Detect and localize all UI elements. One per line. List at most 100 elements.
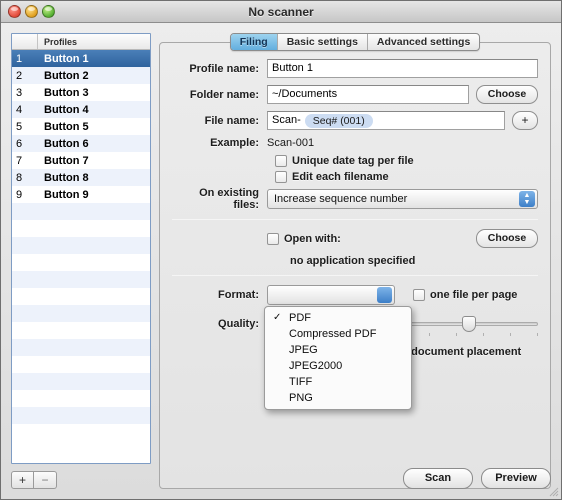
tick [510, 333, 511, 336]
unique-date-tag-row[interactable]: Unique date tag per file [172, 155, 538, 167]
preview-button[interactable]: Preview [481, 468, 551, 489]
profile-name-label: Profile name: [172, 63, 267, 75]
profile-row-label: Button 9 [38, 189, 89, 201]
profile-row-label: Button 2 [38, 70, 89, 82]
one-file-per-page-row[interactable]: one file per page [413, 289, 517, 301]
profile-row-empty [12, 254, 150, 271]
profile-row-empty [12, 322, 150, 339]
on-existing-files-popup[interactable]: Increase sequence number ▲▼ [267, 189, 538, 209]
on-existing-files-row: On existing files: Increase sequence num… [172, 187, 538, 211]
title-bar: No scanner [1, 1, 561, 23]
profile-row-label: Button 1 [38, 53, 89, 65]
profile-row[interactable]: 5Button 5 [12, 118, 150, 135]
file-name-add-token-button[interactable]: + [512, 111, 538, 130]
format-popup-button[interactable] [267, 285, 395, 305]
profile-row-label: Button 5 [38, 121, 89, 133]
menu-item-jpeg2000[interactable]: JPEG2000 [265, 358, 411, 374]
scanner-window: No scanner Profiles 1Button 12Button 23B… [0, 0, 562, 500]
profile-row[interactable]: 7Button 7 [12, 152, 150, 169]
close-button[interactable] [8, 5, 21, 18]
edit-each-filename-label: Edit each filename [292, 171, 389, 183]
column-header-profiles: Profiles [38, 37, 77, 47]
menu-item-label: Compressed PDF [289, 328, 376, 340]
example-label: Example: [172, 137, 267, 149]
profiles-table[interactable]: Profiles 1Button 12Button 23Button 34But… [11, 33, 151, 464]
add-profile-button[interactable]: + [11, 471, 34, 489]
profile-row-empty [12, 407, 150, 424]
profile-row-number: 5 [12, 121, 38, 133]
profile-row-number: 1 [12, 53, 38, 65]
zoom-button[interactable] [42, 5, 55, 18]
window-title: No scanner [1, 5, 561, 19]
one-file-per-page-checkbox[interactable] [413, 289, 425, 301]
profile-row-empty [12, 237, 150, 254]
menu-item-label: TIFF [289, 376, 312, 388]
profiles-toolbar: + − [11, 471, 151, 489]
menu-item-tiff[interactable]: TIFF [265, 374, 411, 390]
profile-row[interactable]: 6Button 6 [12, 135, 150, 152]
menu-item-label: JPEG2000 [289, 360, 342, 372]
one-file-per-page-label: one file per page [430, 289, 517, 301]
filing-panel: Profile name: Button 1 Folder name: ~/Do… [159, 42, 551, 489]
menu-item-jpeg[interactable]: JPEG [265, 342, 411, 358]
tab-filing[interactable]: Filing [231, 34, 278, 50]
menu-item-pdf[interactable]: ✓PDF [265, 310, 411, 326]
tab-basic-settings[interactable]: Basic settings [278, 34, 368, 50]
menu-item-label: JPEG [289, 344, 318, 356]
file-name-input[interactable]: Scan- Seq# (001) [267, 111, 505, 130]
open-with-choose-button[interactable]: Choose [476, 229, 538, 248]
profile-row[interactable]: 2Button 2 [12, 67, 150, 84]
profiles-table-header: Profiles [12, 34, 150, 50]
file-name-label: File name: [172, 115, 267, 127]
open-with-label: Open with: [284, 233, 341, 245]
open-with-checkbox[interactable] [267, 233, 279, 245]
profile-row[interactable]: 1Button 1 [12, 50, 150, 67]
open-with-row: Open with: Choose [172, 229, 538, 248]
menu-item-compressed-pdf[interactable]: Compressed PDF [265, 326, 411, 342]
minimize-button[interactable] [25, 5, 38, 18]
check-icon: ✓ [273, 310, 281, 326]
open-with-check[interactable]: Open with: [267, 233, 469, 245]
tab-list: FilingBasic settingsAdvanced settings [230, 33, 481, 51]
profile-row-empty [12, 203, 150, 220]
profile-row[interactable]: 9Button 9 [12, 186, 150, 203]
profile-name-input[interactable]: Button 1 [267, 59, 538, 78]
profiles-sidebar: Profiles 1Button 12Button 23Button 34But… [11, 33, 151, 489]
menu-item-png[interactable]: PNG [265, 390, 411, 406]
column-header-number [12, 34, 38, 49]
profile-row-empty [12, 339, 150, 356]
quality-slider-knob[interactable] [462, 316, 476, 332]
profile-row-empty [12, 373, 150, 390]
footer-buttons: Scan Preview [403, 468, 551, 489]
profile-row[interactable]: 3Button 3 [12, 84, 150, 101]
format-dropdown-menu[interactable]: ✓PDF Compressed PDF JPEG JPEG2000 TIFF PNG [264, 306, 412, 410]
tab-advanced-settings[interactable]: Advanced settings [368, 34, 479, 50]
folder-choose-button[interactable]: Choose [476, 85, 538, 104]
profile-row[interactable]: 4Button 4 [12, 101, 150, 118]
profile-row-label: Button 7 [38, 155, 89, 167]
profile-row-empty [12, 424, 150, 441]
resize-grip-icon[interactable] [547, 485, 559, 497]
profile-row-empty [12, 390, 150, 407]
tick [483, 333, 484, 336]
tick [429, 333, 430, 336]
remove-profile-button[interactable]: − [34, 471, 57, 489]
scan-button[interactable]: Scan [403, 468, 473, 489]
example-value: Scan-001 [267, 137, 314, 149]
window-content: Profiles 1Button 12Button 23Button 34But… [1, 23, 561, 499]
unique-date-tag-checkbox[interactable] [275, 155, 287, 167]
profile-row-empty [12, 305, 150, 322]
edit-each-filename-checkbox[interactable] [275, 171, 287, 183]
profile-row-label: Button 6 [38, 138, 89, 150]
divider-1 [172, 219, 538, 220]
profile-row[interactable]: 8Button 8 [12, 169, 150, 186]
window-controls [8, 5, 55, 18]
profile-row-number: 3 [12, 87, 38, 99]
file-name-sequence-token[interactable]: Seq# (001) [305, 114, 373, 128]
divider-2 [172, 275, 538, 276]
edit-each-filename-row[interactable]: Edit each filename [172, 171, 538, 183]
settings-area: FilingBasic settingsAdvanced settings Pr… [159, 33, 551, 489]
profile-row-empty [12, 220, 150, 237]
folder-name-input[interactable]: ~/Documents [267, 85, 469, 104]
profile-row-number: 8 [12, 172, 38, 184]
